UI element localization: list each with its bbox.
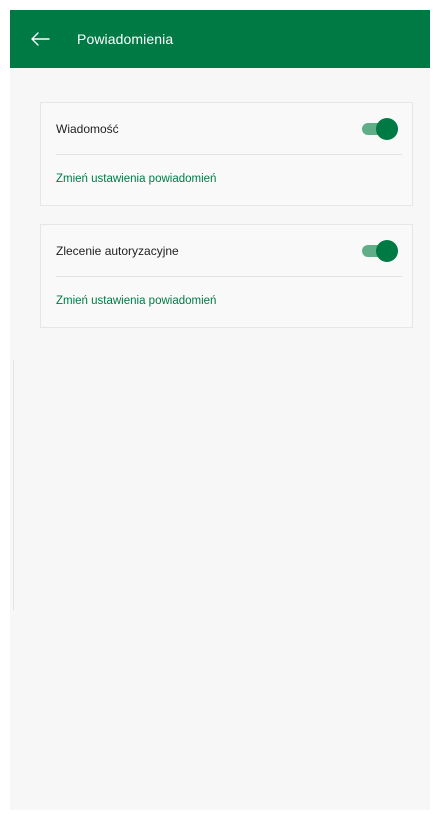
notification-label: Zlecenie autoryzacyjne [56, 243, 179, 258]
message-toggle[interactable] [362, 117, 398, 140]
notification-card-authorization: Zlecenie autoryzacyjne Zmień ustawienia … [40, 224, 413, 328]
arrow-left-icon [30, 31, 50, 47]
toggle-thumb [376, 117, 398, 140]
notification-row: Zlecenie autoryzacyjne [56, 225, 402, 277]
change-settings-link[interactable]: Zmień ustawienia powiadomień [56, 295, 216, 307]
authorization-toggle[interactable] [362, 239, 398, 262]
side-divider [10, 360, 14, 610]
notification-label: Wiadomość [56, 121, 119, 136]
back-button[interactable] [19, 10, 61, 68]
page-title: Powiadomienia [77, 31, 174, 47]
notification-row: Wiadomość [56, 103, 402, 155]
notification-card-message: Wiadomość Zmień ustawienia powiadomień [40, 102, 413, 206]
app-bar: Powiadomienia [10, 10, 430, 68]
notifications-screen: Powiadomienia Wiadomość Zmień ustawienia… [10, 10, 430, 810]
change-settings-link[interactable]: Zmień ustawienia powiadomień [56, 173, 216, 185]
toggle-thumb [376, 239, 398, 262]
